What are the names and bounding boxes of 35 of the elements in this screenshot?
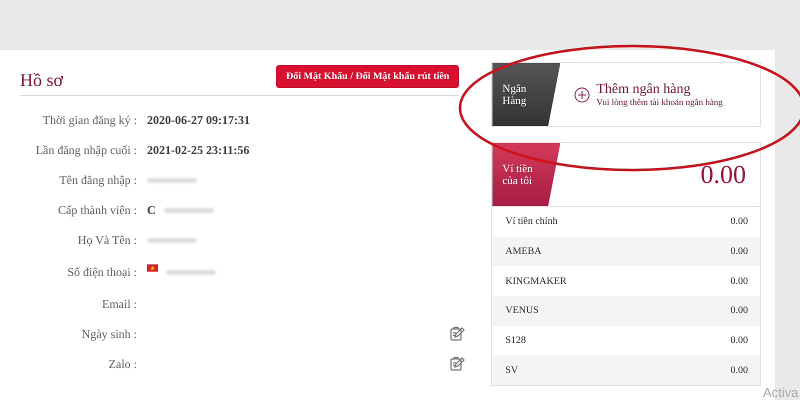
edit-icon[interactable] bbox=[449, 356, 466, 372]
field-label: Lần đăng nhập cuối : bbox=[34, 142, 137, 158]
bank-tag: Ngân Hàng bbox=[492, 63, 560, 126]
wallet-amount: 0.00 bbox=[730, 216, 748, 228]
add-bank-link[interactable]: Thêm ngân hàng bbox=[596, 82, 723, 97]
wallet-name: S128 bbox=[505, 335, 526, 346]
field-value: 2020-06-27 09:17:31 bbox=[147, 112, 250, 128]
wallet-name: AMEBA bbox=[505, 246, 542, 258]
wallet-name: Ví tiền chính bbox=[505, 216, 558, 228]
wallet-name: SV bbox=[505, 364, 518, 376]
profile-title: Hồ sơ bbox=[20, 70, 64, 91]
change-password-button[interactable]: Đổi Mật Khẩu / Đổi Mật khẩu rút tiền bbox=[276, 65, 460, 88]
wallet-total: 0.00 bbox=[700, 160, 746, 190]
add-icon[interactable] bbox=[574, 86, 590, 102]
wallet-amount: 0.00 bbox=[730, 364, 748, 376]
field-label: Zalo : bbox=[108, 356, 137, 372]
field-label: Ngày sinh : bbox=[80, 326, 137, 342]
field-label: Email : bbox=[101, 296, 137, 312]
field-label: Tên đăng nhập : bbox=[58, 172, 137, 188]
field-label: Họ Và Tên : bbox=[76, 232, 137, 248]
field-label: Số điện thoại : bbox=[66, 264, 137, 280]
field-label: Cấp thành viên : bbox=[57, 202, 137, 218]
wallet-tag: Ví tiền của tôi bbox=[492, 143, 560, 206]
field-label: Thời gian đăng ký : bbox=[42, 112, 137, 128]
add-bank-hint: Vui lòng thêm tài khoản ngân hàng bbox=[596, 97, 723, 107]
activation-notice: Activa bbox=[763, 385, 798, 400]
wallet-amount: 0.00 bbox=[730, 246, 748, 258]
wallet-name: KINGMAKER bbox=[505, 276, 566, 287]
wallet-amount: 0.00 bbox=[730, 305, 748, 316]
edit-icon[interactable] bbox=[449, 326, 466, 342]
field-value: C bbox=[147, 202, 156, 218]
wallet-amount: 0.00 bbox=[730, 276, 748, 287]
wallet-amount: 0.00 bbox=[730, 335, 748, 346]
field-value: 2021-02-25 23:11:56 bbox=[147, 142, 250, 158]
wallet-name: VENUS bbox=[505, 305, 539, 316]
